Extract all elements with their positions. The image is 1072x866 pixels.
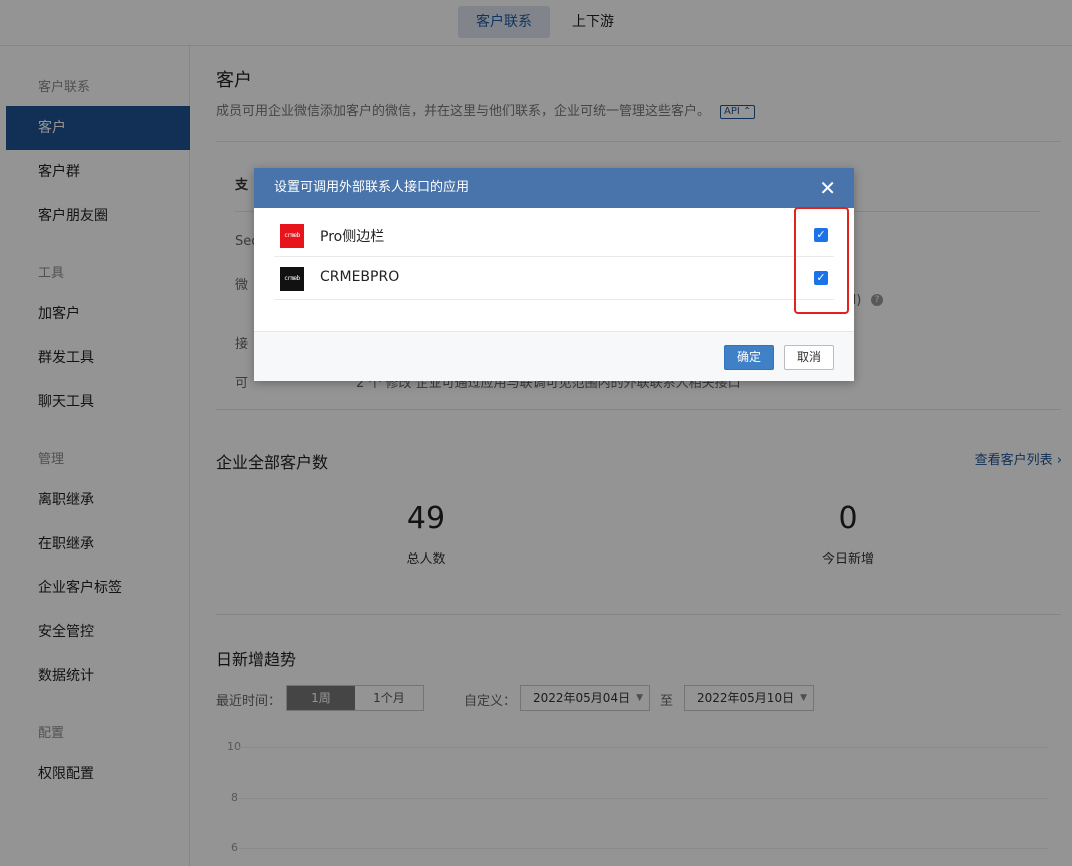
app-name: CRMEBPRO [320, 269, 400, 285]
dialog-header: 设置可调用外部联系人接口的应用 ✕ [254, 168, 854, 208]
cancel-button[interactable]: 取消 [784, 345, 834, 370]
close-icon[interactable]: ✕ [819, 168, 836, 208]
callable-apps-dialog: 设置可调用外部联系人接口的应用 ✕ crmeb Pro侧边栏 ✓ crmeb C… [254, 168, 854, 381]
dialog-title: 设置可调用外部联系人接口的应用 [274, 180, 470, 195]
annotation-highlight-box [794, 207, 849, 314]
app-name: Pro侧边栏 [320, 229, 385, 245]
confirm-button[interactable]: 确定 [724, 345, 774, 370]
dialog-footer: 确定 取消 [254, 331, 854, 381]
app-logo: crmeb [280, 224, 304, 248]
modal-overlay[interactable] [0, 0, 1072, 866]
list-item[interactable]: crmeb Pro侧边栏 ✓ [274, 214, 834, 257]
list-item[interactable]: crmeb CRMEBPRO ✓ [274, 257, 834, 300]
app-logo: crmeb [280, 267, 304, 291]
